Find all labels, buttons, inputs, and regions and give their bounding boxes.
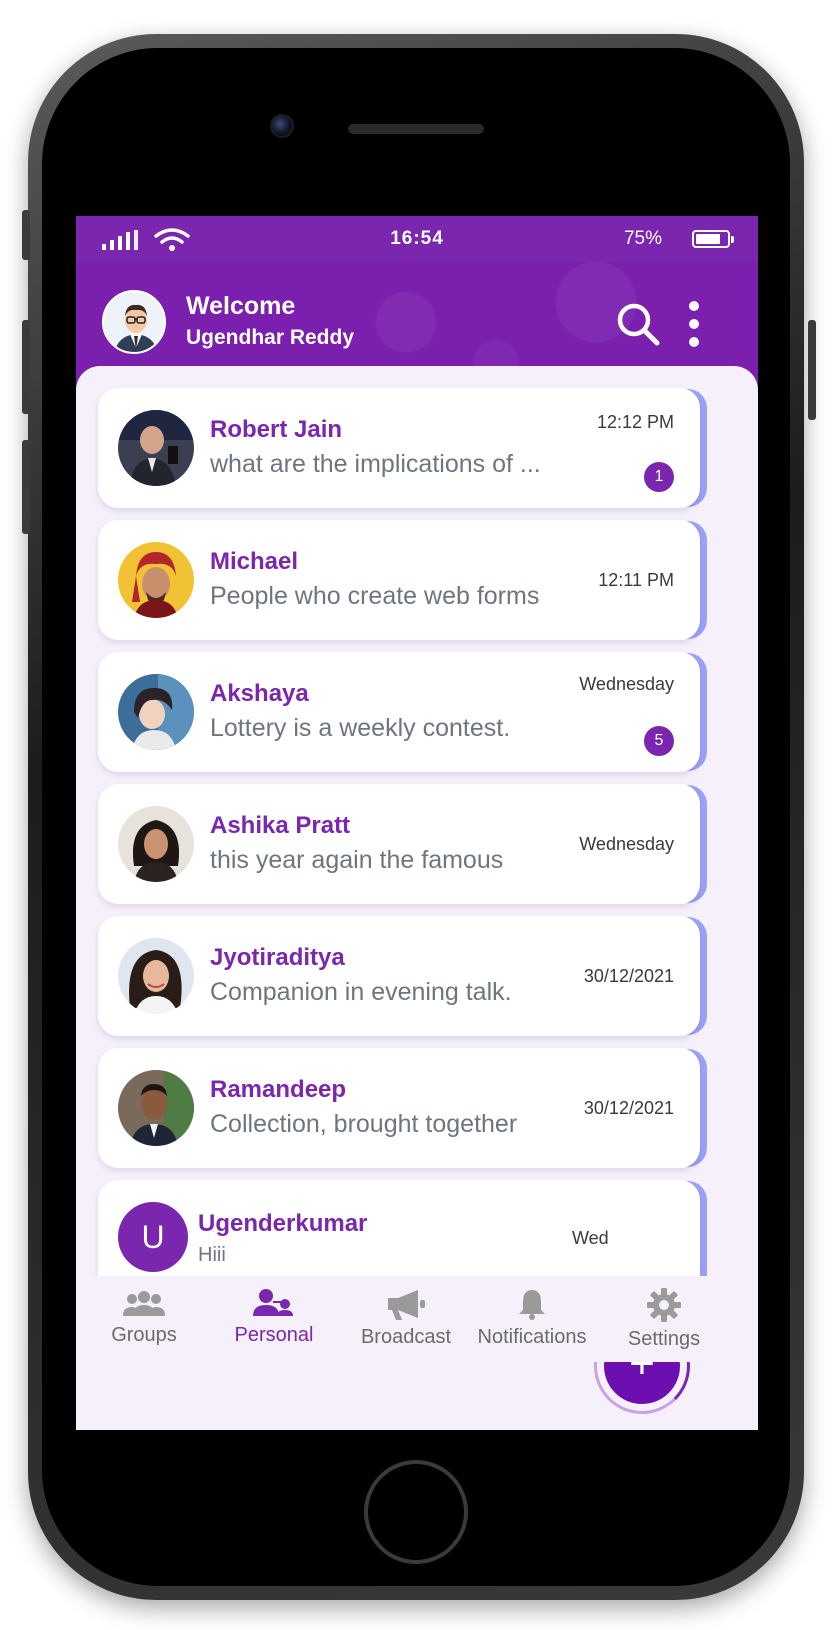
person-photo-icon <box>118 1070 194 1146</box>
last-message: Companion in evening talk. <box>210 978 512 1006</box>
nav-tab-settings[interactable]: Settings <box>596 1276 732 1362</box>
bottom-navigation: Groups Personal Broadcast Notifications … <box>76 1276 758 1362</box>
chat-item[interactable]: Akshaya Lottery is a weekly contest. Wed… <box>98 652 700 772</box>
home-button[interactable] <box>364 1460 468 1564</box>
bell-icon <box>519 1290 545 1320</box>
person-photo-icon <box>118 806 194 882</box>
chat-list: Robert Jain what are the implications of… <box>76 366 758 1414</box>
power-button <box>808 320 816 420</box>
message-time: Wednesday <box>579 674 674 694</box>
earpiece-speaker <box>348 124 484 134</box>
person-photo-icon <box>118 938 194 1014</box>
contact-name: Ashika Pratt <box>210 812 351 839</box>
contact-name: Ramandeep <box>210 1076 347 1103</box>
last-message: Collection, brought together <box>210 1110 518 1138</box>
nav-label: Groups <box>111 1324 177 1346</box>
avatar <box>118 542 194 618</box>
contact-name: Ugenderkumar <box>198 1210 368 1237</box>
app-screen: 16:54 75% Welcome Ugendhar Reddy Robert … <box>76 216 758 1430</box>
avatar <box>118 1070 194 1146</box>
message-time: 30/12/2021 <box>583 1098 674 1118</box>
more-options-icon[interactable] <box>684 298 704 350</box>
last-message: People who create web forms <box>210 582 540 610</box>
last-message: what are the implications of ... <box>210 450 541 478</box>
profile-avatar[interactable] <box>102 290 166 354</box>
person-photo-icon <box>118 542 194 618</box>
chat-item[interactable]: Robert Jain what are the implications of… <box>98 388 700 508</box>
nav-label: Settings <box>627 1328 701 1350</box>
search-icon[interactable] <box>614 300 662 348</box>
chat-item[interactable]: Michael People who create web forms 12:1… <box>98 520 700 640</box>
mute-switch <box>22 210 30 260</box>
avatar <box>118 806 194 882</box>
nav-tab-groups[interactable]: Groups <box>76 1276 212 1362</box>
unread-badge: 1 <box>644 462 674 492</box>
avatar <box>118 410 194 486</box>
person-photo-icon <box>118 674 194 750</box>
welcome-label: Welcome <box>186 292 296 320</box>
avatar <box>118 938 194 1014</box>
message-time: Wednesday <box>579 834 674 854</box>
groups-icon <box>123 1291 165 1316</box>
avatar-initial: U <box>118 1202 188 1272</box>
personal-icon <box>253 1289 293 1316</box>
avatar <box>118 674 194 750</box>
chat-item[interactable]: Ramandeep Collection, brought together 3… <box>98 1048 700 1168</box>
businessman-avatar-icon <box>104 292 164 352</box>
contact-name: Jyotiraditya <box>210 944 345 971</box>
volume-up-button <box>22 320 30 414</box>
user-name: Ugendhar Reddy <box>186 326 355 349</box>
volume-down-button <box>22 440 30 534</box>
unread-badge: 5 <box>644 726 674 756</box>
nav-label: Personal <box>234 1324 314 1346</box>
contact-name: Michael <box>210 548 299 575</box>
status-bar: 16:54 75% <box>76 216 758 262</box>
last-message: Lottery is a weekly contest. <box>210 714 511 742</box>
person-photo-icon <box>118 410 194 486</box>
nav-tab-notifications[interactable]: Notifications <box>462 1276 602 1362</box>
nav-tab-personal[interactable]: Personal <box>206 1276 342 1362</box>
chat-item[interactable]: Jyotiraditya Companion in evening talk. … <box>98 916 700 1036</box>
chat-item[interactable]: Ashika Pratt this year again the famous … <box>98 784 700 904</box>
megaphone-icon <box>388 1290 425 1320</box>
message-time: 30/12/2021 <box>583 966 674 986</box>
nav-label: Broadcast <box>360 1326 452 1348</box>
contact-name: Robert Jain <box>210 416 343 443</box>
message-time: Wed <box>572 1228 609 1248</box>
message-time: 12:11 PM <box>598 570 674 590</box>
nav-tab-broadcast[interactable]: Broadcast <box>338 1276 474 1362</box>
gear-icon <box>647 1288 681 1322</box>
contact-name: Akshaya <box>210 680 309 707</box>
last-message: Hiii <box>198 1244 226 1266</box>
front-camera <box>270 114 294 138</box>
battery-icon <box>692 230 734 248</box>
last-message: this year again the famous <box>210 846 504 874</box>
battery-percent: 75% <box>623 228 662 249</box>
nav-label: Notifications <box>477 1326 587 1348</box>
message-time: 12:12 PM <box>596 412 674 432</box>
